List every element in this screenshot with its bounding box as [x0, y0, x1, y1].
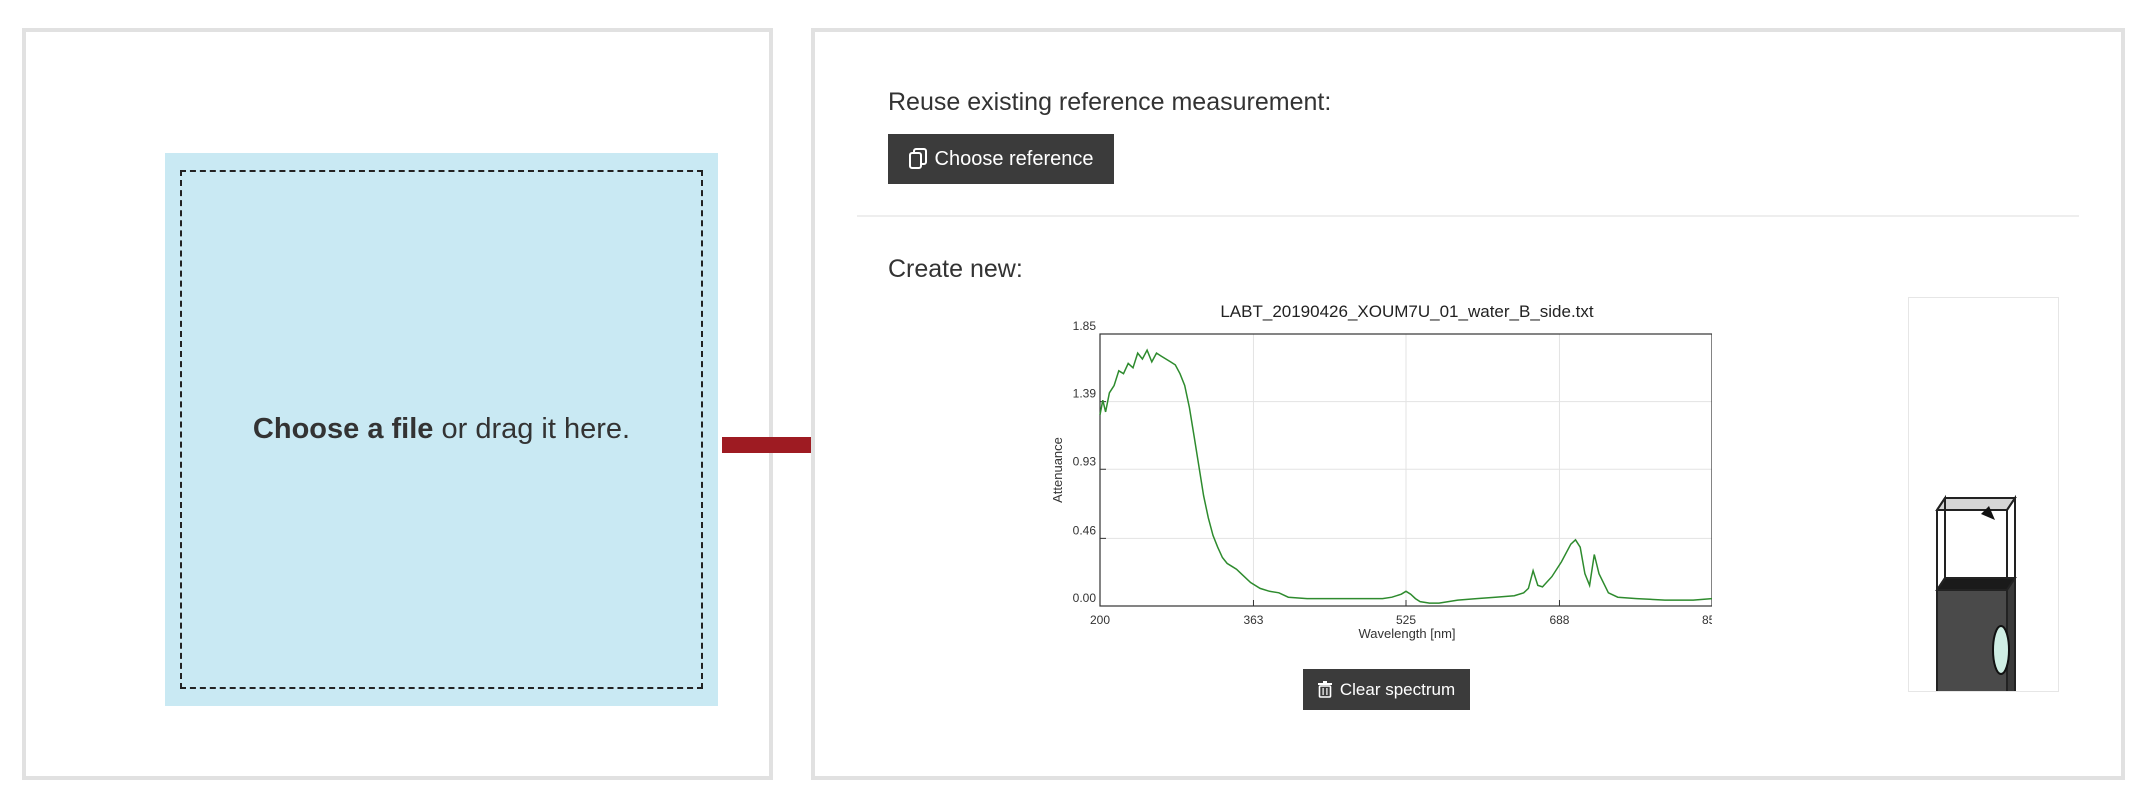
dropzone-border: Choose a file or drag it here. [180, 170, 703, 689]
x-tick-label: 525 [1396, 613, 1416, 627]
clear-spectrum-button[interactable]: Clear spectrum [1303, 669, 1470, 710]
x-tick-label: 200 [1090, 613, 1110, 627]
choose-reference-label: Choose reference [934, 147, 1094, 170]
section-divider [857, 215, 2079, 217]
dropzone-hint: or drag it here. [433, 413, 631, 445]
trash-icon [1317, 681, 1332, 698]
x-tick-label: 850 [1702, 613, 1712, 627]
clear-spectrum-label: Clear spectrum [1339, 679, 1456, 699]
reference-panel: Reuse existing reference measurement: Ch… [811, 28, 2125, 780]
y-tick-label: 1.85 [1073, 319, 1097, 333]
y-tick-label: 0.93 [1073, 454, 1097, 468]
x-tick-label: 688 [1549, 613, 1569, 627]
upload-panel: Choose a file or drag it here. [22, 28, 773, 780]
dropzone-text: Choose a file or drag it here. [253, 413, 630, 446]
reuse-reference-heading: Reuse existing reference measurement: [888, 88, 1332, 116]
cuvette-preview [1908, 297, 2059, 692]
x-tick-label: 363 [1243, 613, 1263, 627]
y-axis-ticks: 0.00 0.46 0.93 1.39 1.85 [1073, 319, 1106, 607]
y-tick-label: 0.00 [1073, 591, 1097, 605]
file-dropzone[interactable]: Choose a file or drag it here. [165, 153, 718, 706]
choose-file-link[interactable]: Choose a file [253, 413, 434, 445]
create-new-heading: Create new: [888, 255, 1023, 283]
spectrum-chart: LABT_20190426_XOUM7U_01_water_B_side.txt… [1050, 302, 1712, 641]
choose-reference-button[interactable]: Choose reference [888, 134, 1114, 184]
y-tick-label: 0.46 [1073, 523, 1097, 537]
chart-grid [1099, 333, 1712, 607]
y-tick-label: 1.39 [1073, 387, 1097, 401]
x-axis-ticks: 200 363 525 688 850 [1090, 600, 1712, 627]
copy-icon [908, 148, 927, 169]
chart-title: LABT_20190426_XOUM7U_01_water_B_side.txt [1220, 302, 1594, 321]
cuvette-3d-icon [1935, 494, 2017, 691]
x-axis-label: Wavelength [nm] [1358, 626, 1455, 641]
y-axis-label: Attenuance [1050, 437, 1065, 503]
